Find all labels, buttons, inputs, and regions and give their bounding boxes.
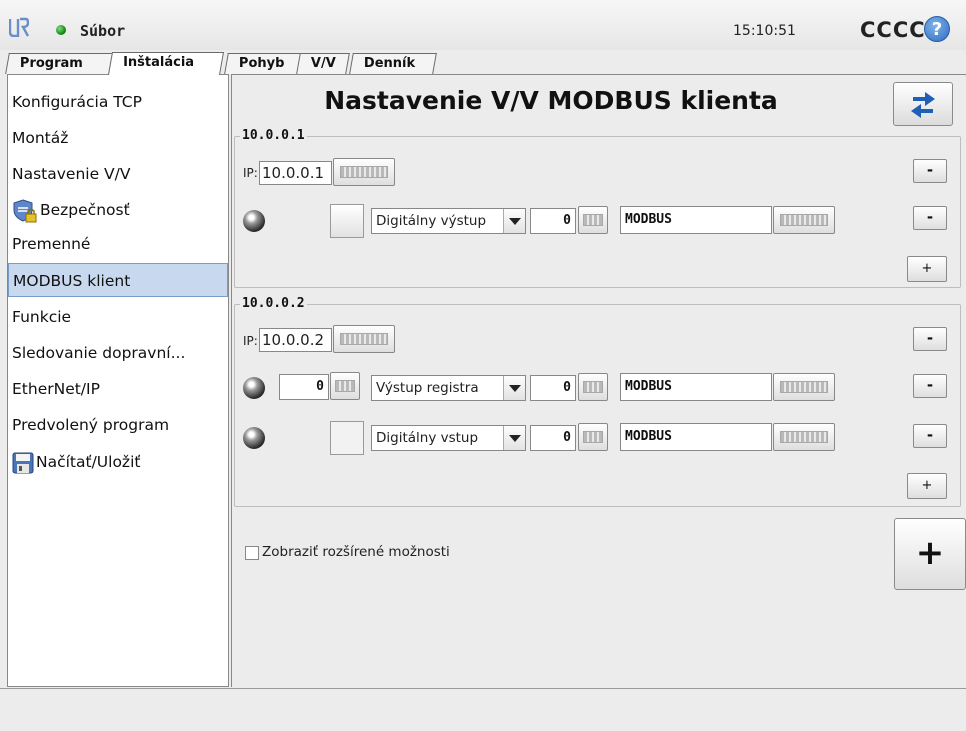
signal-type-select[interactable]: Výstup registra (371, 375, 526, 401)
tab-io[interactable]: V/V (296, 53, 350, 74)
tab-move[interactable]: Pohyb (224, 53, 302, 74)
add-unit-button[interactable]: + (894, 518, 966, 590)
signal-name-field[interactable]: MODBUS (620, 423, 772, 451)
main-tabs: Program Inštalácia Pohyb V/V Denník (0, 50, 966, 75)
ur-logo-icon (9, 17, 29, 37)
signal-status-led-icon (243, 377, 265, 399)
chevron-down-icon (503, 376, 525, 400)
tab-program[interactable]: Program (5, 53, 113, 74)
remove-signal-button[interactable]: - (913, 374, 947, 398)
keyboard-icon[interactable] (773, 373, 835, 401)
register-address-field[interactable]: 0 (530, 375, 576, 401)
top-bar: Súbor 15:10:51 CCCC ? (0, 0, 966, 50)
signal-name-field[interactable]: MODBUS (620, 373, 772, 401)
robot-name: CCCC (860, 18, 926, 42)
signal-status-led-icon (243, 427, 265, 449)
numpad-icon[interactable] (578, 423, 608, 451)
help-icon[interactable]: ? (924, 16, 950, 42)
signal-type-select[interactable]: Digitálny vstup (371, 425, 526, 451)
refresh-arrows-icon (911, 92, 935, 118)
sidebar-item-default-program[interactable]: Predvolený program (8, 408, 228, 442)
clock: 15:10:51 (733, 23, 796, 39)
advanced-options-label[interactable]: Zobraziť rozšírené možnosti (262, 544, 450, 560)
ip-address-field[interactable]: 10.0.0.2 (259, 328, 332, 352)
numpad-icon[interactable] (330, 372, 360, 400)
register-address-field[interactable]: 0 (530, 208, 576, 234)
signal-status-led-icon (243, 210, 265, 232)
sidebar-item-variables[interactable]: Premenné (8, 227, 228, 261)
remove-unit-button[interactable]: - (913, 327, 947, 351)
keyboard-icon[interactable] (773, 206, 835, 234)
chevron-down-icon (503, 426, 525, 450)
keyboard-icon[interactable] (333, 325, 395, 353)
installation-sidebar: Konfigurácia TCP Montáž Nastavenie V/V B… (7, 74, 229, 687)
signal-type-select[interactable]: Digitálny výstup (371, 208, 526, 234)
sidebar-item-conveyor-tracking[interactable]: Sledovanie dopravní... (8, 336, 228, 370)
sidebar-item-features[interactable]: Funkcie (8, 300, 228, 334)
remove-signal-button[interactable]: - (913, 424, 947, 448)
signal-address-field[interactable]: 0 (279, 374, 329, 400)
advanced-options-checkbox[interactable] (245, 546, 259, 560)
register-address-field[interactable]: 0 (530, 425, 576, 451)
ip-address-field[interactable]: 10.0.0.1 (259, 161, 332, 185)
sidebar-item-load-save[interactable]: Načítať/Uložiť (8, 445, 228, 479)
floppy-disk-icon (12, 452, 34, 473)
tab-installation[interactable]: Inštalácia (107, 52, 225, 75)
robot-status-icon (56, 25, 66, 35)
sidebar-item-tcp-config[interactable]: Konfigurácia TCP (8, 85, 228, 119)
unit-header: 10.0.0.2 (240, 296, 307, 311)
add-signal-button[interactable]: + (907, 473, 947, 499)
sidebar-item-modbus-client[interactable]: MODBUS klient (8, 263, 228, 297)
bottom-bar (0, 688, 966, 731)
remove-unit-button[interactable]: - (913, 159, 947, 183)
signal-name-field[interactable]: MODBUS (620, 206, 772, 234)
sidebar-item-safety[interactable]: Bezpečnosť (8, 193, 228, 227)
keyboard-icon[interactable] (333, 158, 395, 186)
signal-value-toggle[interactable] (330, 421, 364, 455)
page-title: Nastavenie V/V MODBUS klienta (324, 86, 778, 115)
ip-label: IP: (243, 166, 258, 180)
add-signal-button[interactable]: + (907, 256, 947, 282)
ip-label: IP: (243, 334, 258, 348)
unit-header: 10.0.0.1 (240, 128, 307, 143)
sidebar-item-io-setup[interactable]: Nastavenie V/V (8, 157, 228, 191)
file-menu[interactable]: Súbor (80, 22, 125, 40)
tab-log[interactable]: Denník (349, 53, 437, 74)
sidebar-item-mounting[interactable]: Montáž (8, 121, 228, 155)
remove-signal-button[interactable]: - (913, 206, 947, 230)
signal-value-toggle[interactable] (330, 204, 364, 238)
keyboard-icon[interactable] (773, 423, 835, 451)
chevron-down-icon (503, 209, 525, 233)
numpad-icon[interactable] (578, 373, 608, 401)
numpad-icon[interactable] (578, 206, 608, 234)
refresh-button[interactable] (893, 82, 953, 126)
sidebar-item-ethernet-ip[interactable]: EtherNet/IP (8, 372, 228, 406)
shield-lock-icon (13, 198, 37, 222)
